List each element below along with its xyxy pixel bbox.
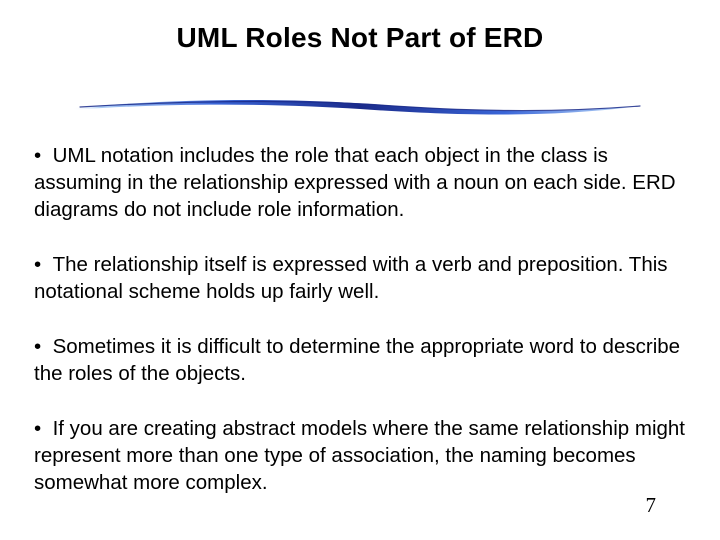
bullet-text: Sometimes it is difficult to determine t… — [34, 335, 680, 385]
bullet-marker: • — [34, 417, 41, 440]
bullet-marker: • — [34, 253, 41, 276]
bullet-marker: • — [34, 144, 41, 167]
bullet-text: UML notation includes the role that each… — [34, 144, 676, 221]
list-item: • UML notation includes the role that ea… — [34, 142, 696, 223]
divider-swoosh — [70, 96, 650, 118]
bullet-marker: • — [34, 335, 41, 358]
list-item: • The relationship itself is expressed w… — [34, 251, 696, 305]
page-number: 7 — [646, 493, 657, 518]
bullet-text: The relationship itself is expressed wit… — [34, 253, 668, 303]
bullet-list: • UML notation includes the role that ea… — [34, 142, 696, 496]
list-item: • If you are creating abstract models wh… — [34, 415, 696, 496]
slide: UML Roles Not Part of ERD • UML notation… — [0, 0, 720, 540]
slide-title: UML Roles Not Part of ERD — [0, 22, 720, 54]
list-item: • Sometimes it is difficult to determine… — [34, 333, 696, 387]
bullet-text: If you are creating abstract models wher… — [34, 417, 685, 494]
